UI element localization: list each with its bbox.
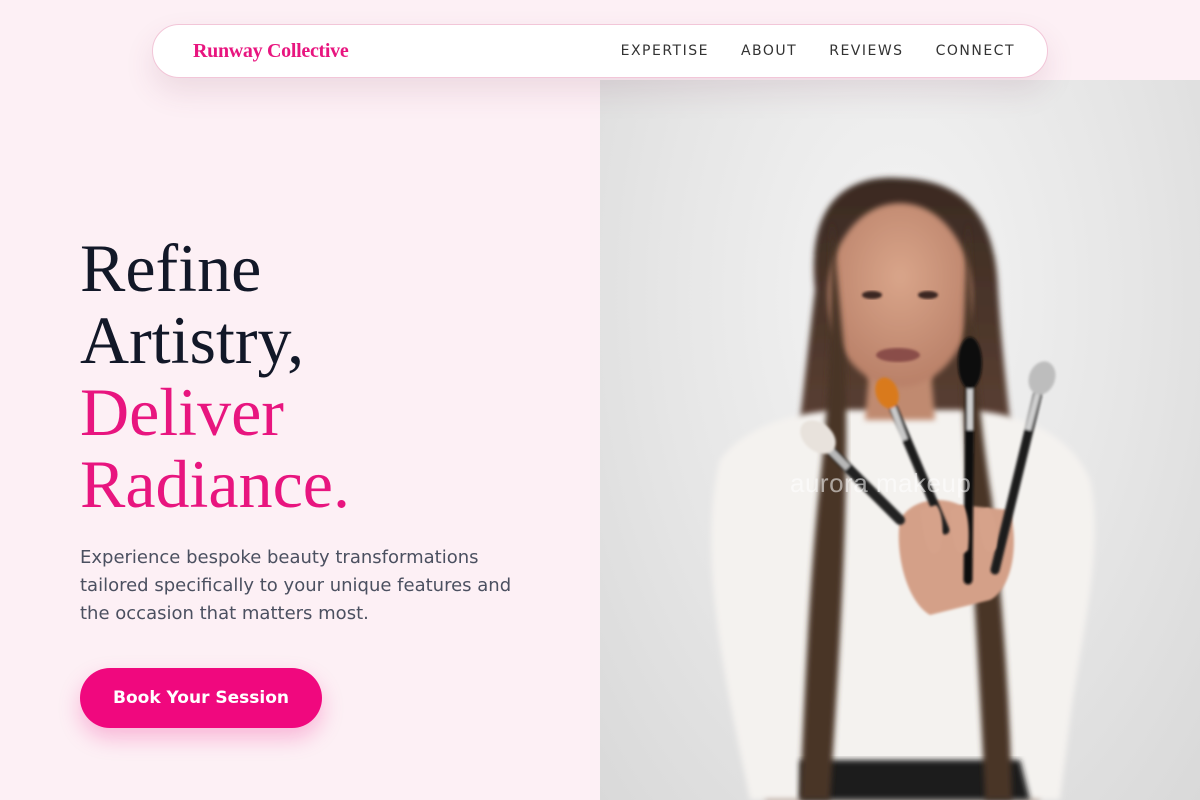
nav-links: EXPERTISE ABOUT REVIEWS CONNECT xyxy=(621,43,1015,59)
book-session-button[interactable]: Book Your Session xyxy=(80,668,322,728)
hero-title-line-1: Refine xyxy=(80,230,262,306)
hero-description: Experience bespoke beauty transformation… xyxy=(80,547,512,624)
nav-link-reviews[interactable]: REVIEWS xyxy=(829,43,903,59)
photo-watermark: aurora makeup xyxy=(790,468,972,498)
hero-title-line-2: Artistry, xyxy=(80,302,305,378)
nav-link-expertise[interactable]: EXPERTISE xyxy=(621,43,709,59)
hero-title-accent-line-2: Radiance. xyxy=(80,446,350,522)
brand-logo[interactable]: Runway Collective xyxy=(193,40,349,63)
nav-link-connect[interactable]: CONNECT xyxy=(936,43,1015,59)
hero-photo: aurora makeup xyxy=(600,80,1200,800)
top-navbar: Runway Collective EXPERTISE ABOUT REVIEW… xyxy=(152,24,1048,78)
hero-title: Refine Artistry, Deliver Radiance. xyxy=(80,232,580,520)
nav-link-about[interactable]: ABOUT xyxy=(741,43,797,59)
hero-title-accent-line-1: Deliver xyxy=(80,374,284,450)
hero-photo-illustration xyxy=(711,177,1095,800)
